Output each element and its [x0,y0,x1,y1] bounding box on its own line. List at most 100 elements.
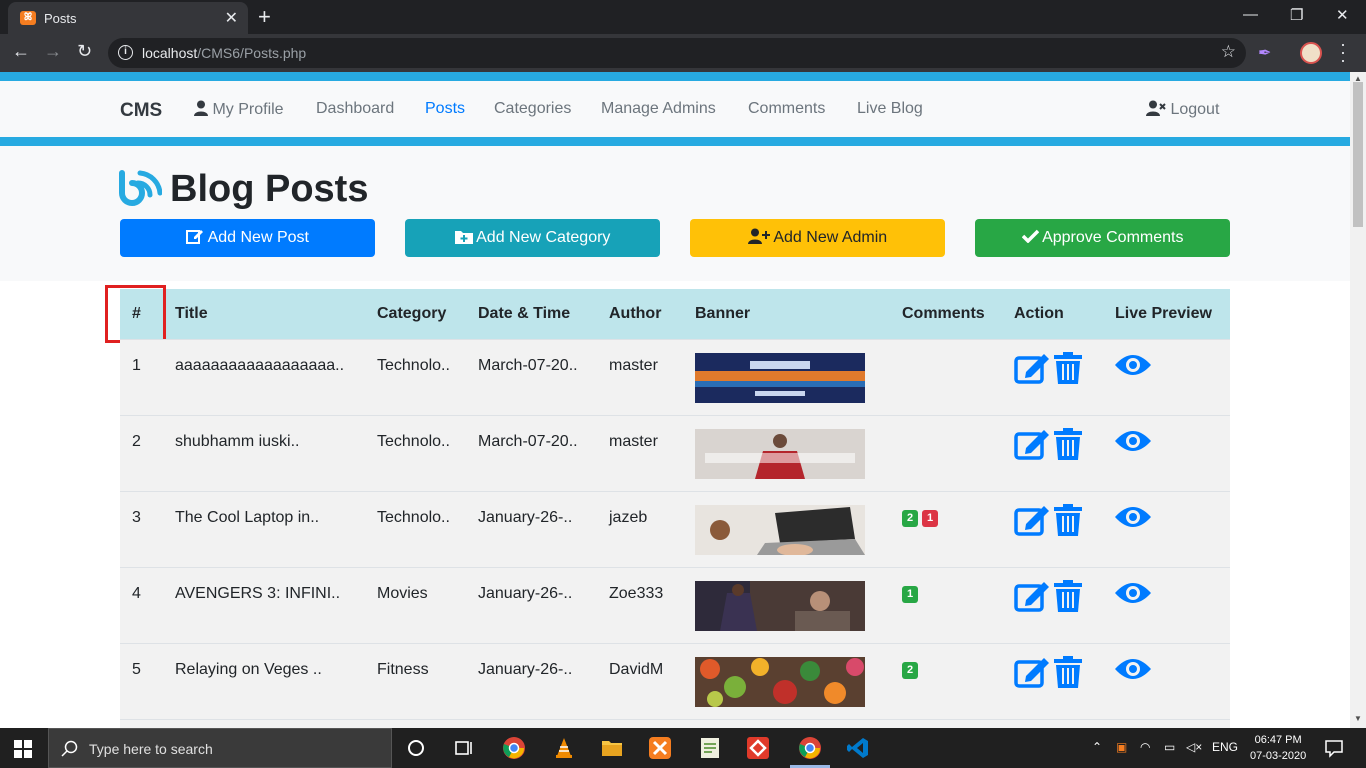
add-new-category-button[interactable]: Add New Category [405,219,660,257]
delete-post-icon[interactable] [1054,580,1082,617]
battery-icon[interactable]: ▭ [1164,740,1175,754]
restore-icon[interactable]: ❐ [1290,6,1303,24]
file-explorer-icon[interactable] [600,736,624,760]
volume-icon[interactable]: ◁× [1186,740,1202,754]
row-date: January-26-.. [478,661,573,678]
folder-plus-icon [454,231,473,244]
nav-categories[interactable]: Categories [494,100,571,118]
minimize-icon[interactable]: — [1243,6,1258,23]
taskbar-clock[interactable]: 06:47 PM 07-03-2020 [1250,732,1306,764]
row-date: March-07-20.. [478,357,578,374]
row-title: The Cool Laptop in.. [175,509,320,526]
browser-tab-posts[interactable]: ꕤ Posts ✕ [8,2,248,34]
browser-toolbar: ← → ↻ i localhost/CMS6/Posts.php ☆ [0,34,1366,72]
nav-comments[interactable]: Comments [748,100,825,118]
page-content: CMS My Profile Dashboard Posts Categorie… [0,72,1350,728]
forward-icon[interactable]: → [44,41,62,62]
cortana-icon[interactable] [404,736,428,760]
window-close-icon[interactable]: ✕ [1336,6,1349,24]
highlight-box [105,285,166,343]
nav-logout[interactable]: Logout [1146,100,1219,119]
add-new-post-button[interactable]: Add New Post [120,219,375,257]
notepad-plus-icon[interactable] [698,736,722,760]
taskbar-search-placeholder: Type here to search [89,741,213,757]
notification-center-icon[interactable] [1322,736,1346,760]
nav-dashboard[interactable]: Dashboard [316,100,394,118]
table-row [120,719,1230,728]
nav-manage-admins[interactable]: Manage Admins [601,100,716,118]
banner-image [695,353,865,403]
row-category: Technolo.. [377,357,450,374]
col-date-time: Date & Time [478,305,571,322]
row-number: 3 [132,509,141,526]
edit-post-icon[interactable] [1014,352,1050,389]
approved-comments-badge: 1 [902,586,918,603]
browser-menu-icon[interactable]: · · · [1340,35,1346,69]
tray-chevron-icon[interactable]: ⌃ [1092,740,1102,754]
delete-post-icon[interactable] [1054,428,1082,465]
user-plus-icon [747,228,770,244]
scrollbar-thumb[interactable] [1353,82,1363,227]
col-category: Category [377,305,447,322]
search-icon [61,740,78,757]
table-header: # Title Category Date & Time Author Bann… [105,285,1230,343]
live-preview-eye-icon[interactable] [1114,656,1152,687]
accent-bar-top [0,72,1350,81]
col-live-preview: Live Preview [1115,305,1212,322]
chrome-taskbar-icon[interactable] [502,736,526,760]
navbar-brand[interactable]: CMS [120,100,162,122]
col-comments: Comments [902,305,985,322]
check-icon [1021,229,1039,244]
extension-feather-icon[interactable]: ✒ [1258,43,1276,62]
reload-icon[interactable]: ↻ [77,41,92,62]
add-new-admin-button[interactable]: Add New Admin [690,219,945,257]
xampp-icon[interactable] [648,736,672,760]
col-author: Author [609,305,662,322]
delete-post-icon[interactable] [1054,352,1082,389]
tab-close-icon[interactable]: ✕ [225,8,238,28]
nav-my-profile[interactable]: My Profile [194,100,284,119]
bookmark-star-icon[interactable]: ☆ [1221,42,1236,62]
delete-post-icon[interactable] [1054,656,1082,693]
row-date: January-26-.. [478,509,573,526]
chrome-active-icon[interactable] [798,736,822,760]
row-number: 4 [132,585,141,602]
wifi-icon[interactable]: ◠ [1140,740,1150,754]
anydesk-icon[interactable] [746,736,770,760]
back-icon[interactable]: ← [12,41,30,62]
new-tab-button[interactable]: + [258,4,271,30]
tray-xampp-icon[interactable]: ▣ [1116,740,1127,754]
site-info-icon[interactable]: i [118,45,133,60]
live-preview-eye-icon[interactable] [1114,580,1152,611]
vlc-icon[interactable] [552,736,576,760]
vscode-icon[interactable] [846,736,870,760]
edit-post-icon[interactable] [1014,428,1050,465]
delete-post-icon[interactable] [1054,504,1082,541]
tab-title: Posts [44,11,77,26]
edit-post-icon[interactable] [1014,504,1050,541]
scroll-down-icon[interactable]: ▼ [1354,714,1362,723]
language-indicator[interactable]: ENG [1212,740,1238,754]
windows-taskbar: Type here to search ⌃ ▣ ◠ ▭ ◁× ENG 06:47… [0,728,1366,768]
address-bar[interactable]: i localhost/CMS6/Posts.php ☆ [108,38,1246,68]
col-action: Action [1014,305,1064,322]
edit-post-icon[interactable] [1014,580,1050,617]
nav-live-blog[interactable]: Live Blog [857,100,923,118]
edit-post-icon[interactable] [1014,656,1050,693]
col-banner: Banner [695,305,751,322]
page-scrollbar[interactable]: ▲ ▼ [1350,72,1366,728]
banner-image [695,505,865,555]
profile-avatar[interactable] [1300,42,1322,64]
live-preview-eye-icon[interactable] [1114,428,1152,459]
windows-start-icon[interactable] [14,740,32,758]
banner-image [695,429,865,479]
live-preview-eye-icon[interactable] [1114,504,1152,535]
table-row: 3 The Cool Laptop in.. Technolo.. Januar… [120,491,1230,567]
banner-image [695,657,865,707]
task-view-icon[interactable] [452,736,476,760]
approve-comments-button[interactable]: Approve Comments [975,219,1230,257]
live-preview-eye-icon[interactable] [1114,352,1152,383]
taskbar-search-box[interactable]: Type here to search [48,728,392,768]
edit-icon [186,230,204,244]
nav-posts[interactable]: Posts [425,100,465,118]
